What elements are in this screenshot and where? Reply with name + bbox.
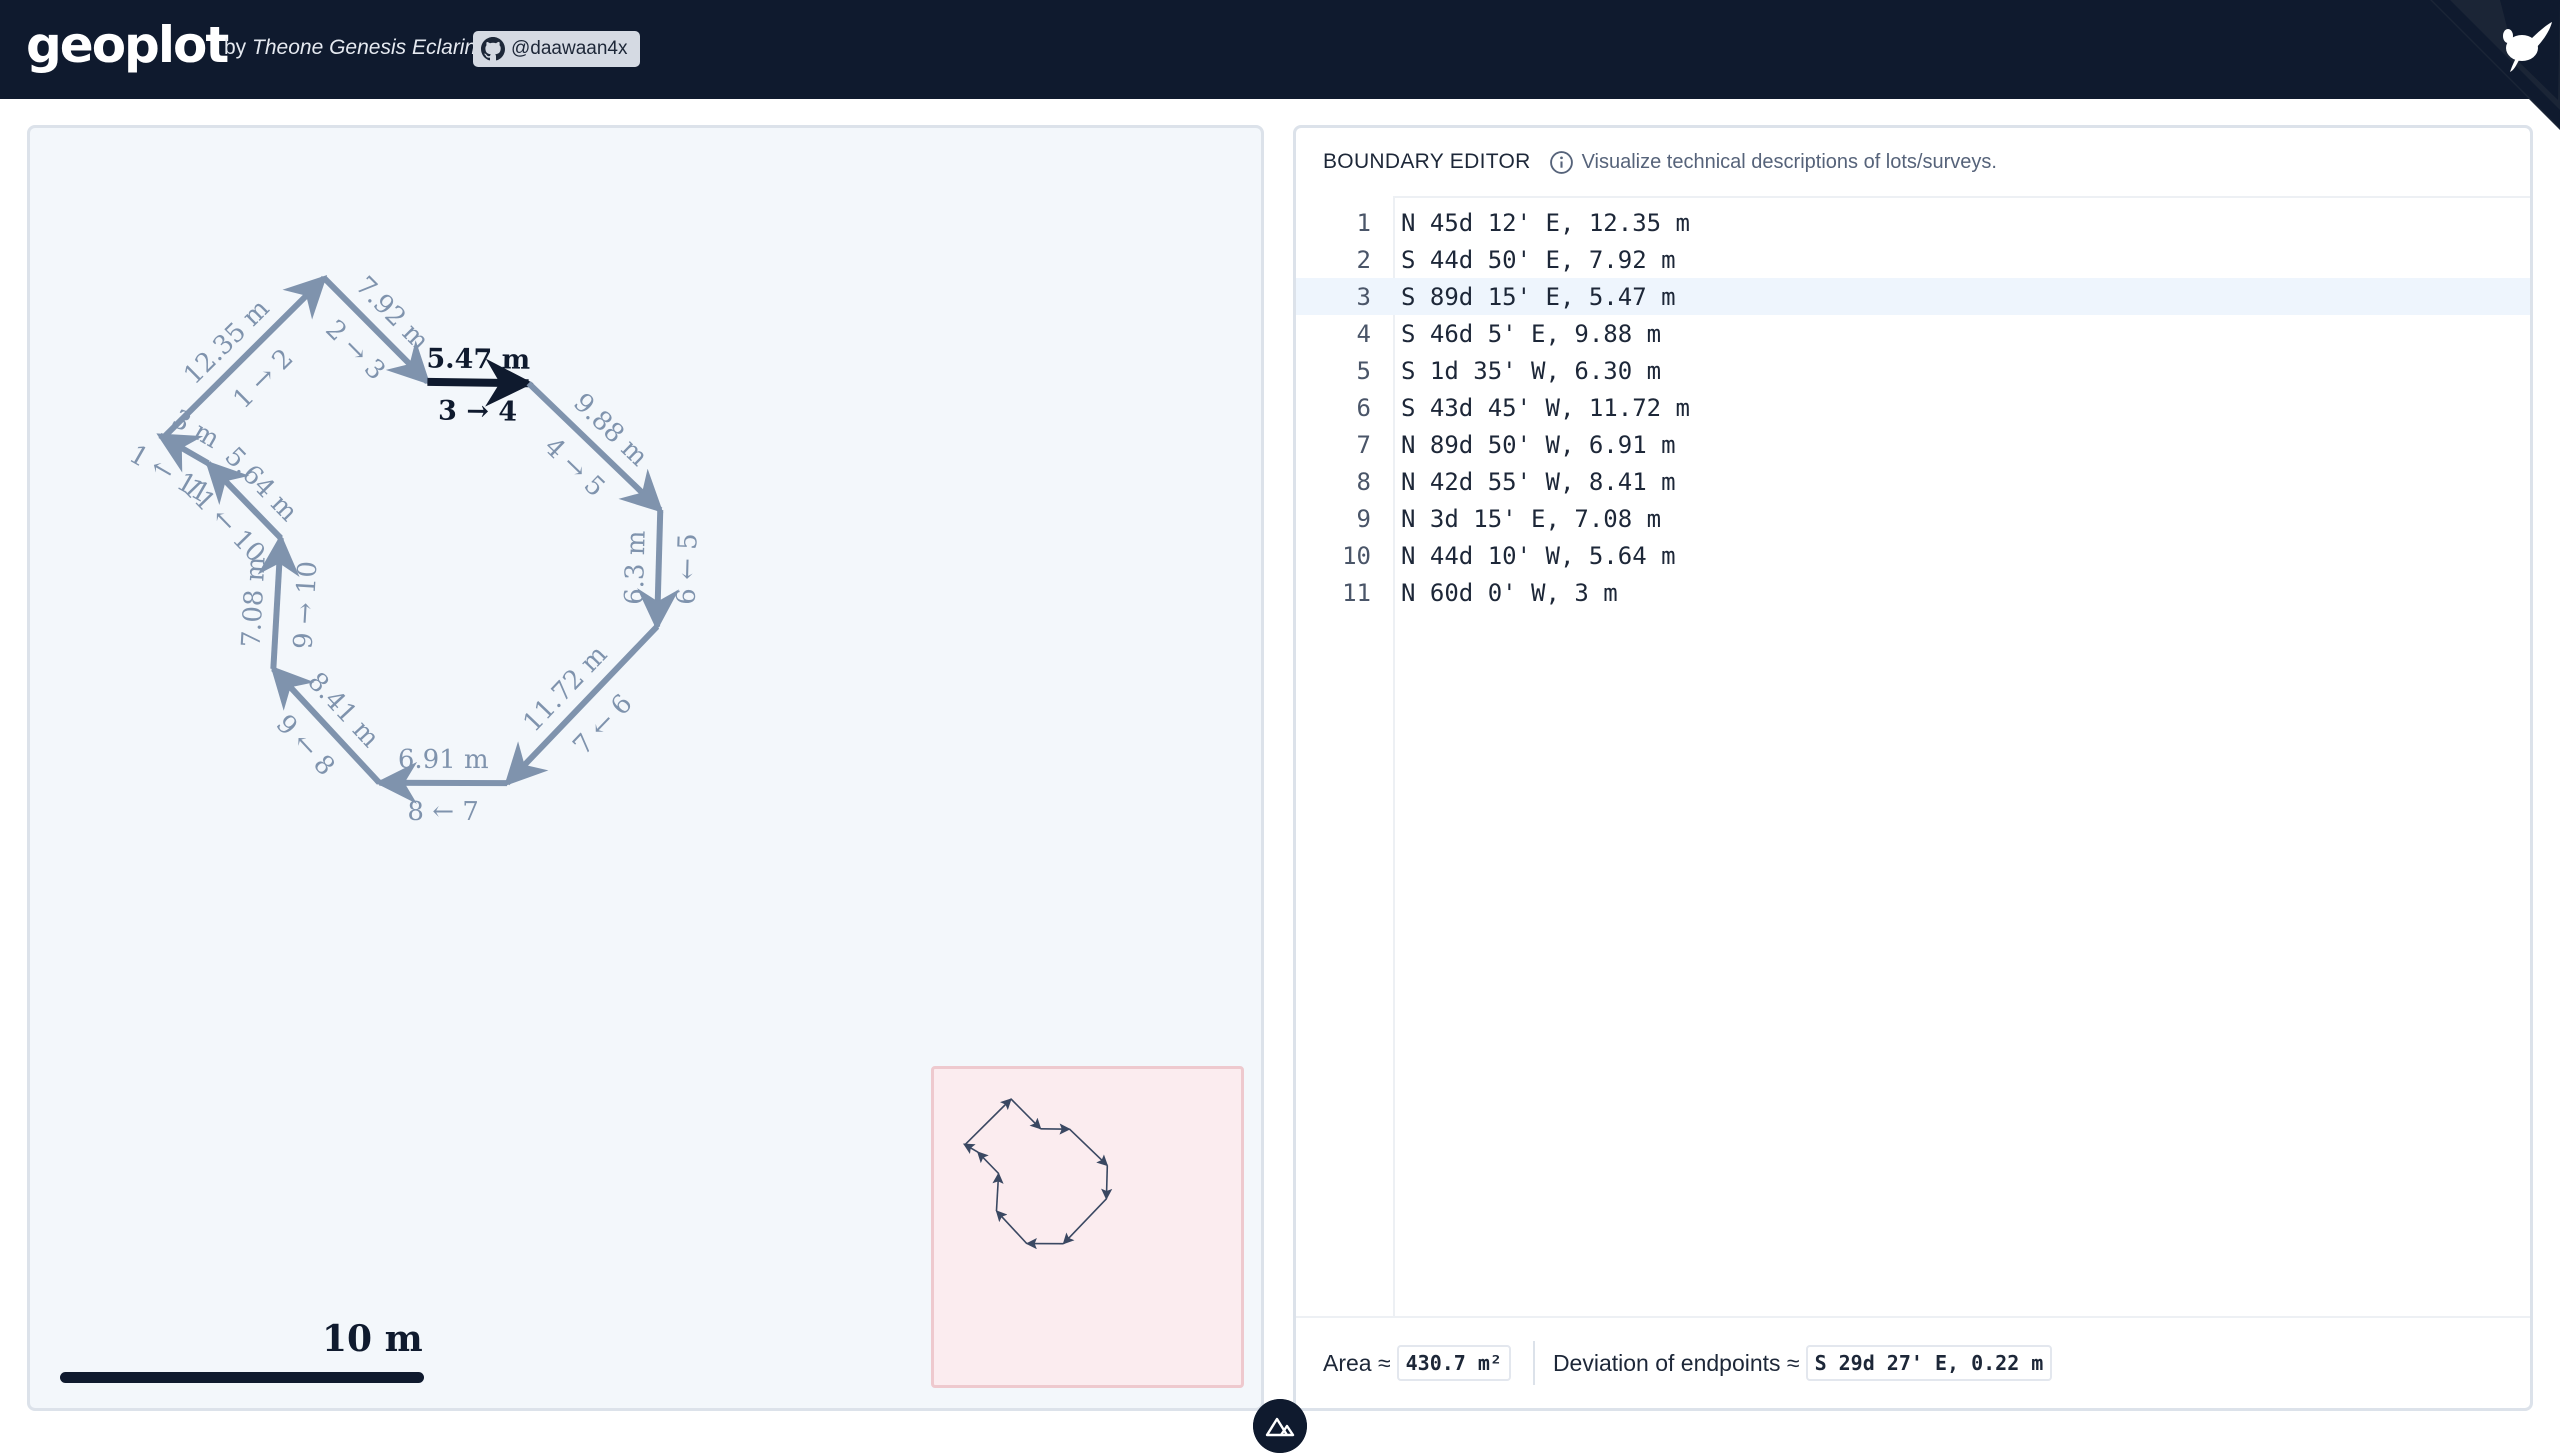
minimap[interactable] (931, 1066, 1244, 1388)
line-number: 2 (1296, 246, 1371, 274)
segment-length-label: 6.91 m (398, 745, 489, 775)
minimap-segment (1070, 1129, 1108, 1165)
corner-mascot-icon[interactable] (2430, 0, 2560, 130)
minimap-segment (978, 1152, 999, 1173)
map-canvas[interactable]: 12.35 m1 → 27.92 m2 → 35.47 m3 → 49.88 m… (27, 125, 1264, 1411)
area-label: Area ≈ (1323, 1350, 1391, 1377)
editor-title: BOUNDARY EDITOR (1323, 150, 1531, 174)
segment-index-label: 9 → 10 (289, 560, 324, 650)
segment-index-label: 7 ← 6 (568, 689, 639, 761)
line-number: 4 (1296, 320, 1371, 348)
editor-line[interactable]: 10 N 44d 10' W, 5.64 m (1296, 537, 2530, 574)
github-badge[interactable]: @daawaan4x (473, 31, 640, 67)
line-number: 5 (1296, 357, 1371, 385)
segment-index-label: 3 → 4 (438, 396, 517, 428)
line-text: S 44d 50' E, 7.92 m (1401, 246, 1676, 274)
boundary-segment[interactable] (657, 510, 660, 627)
minimap-segment (996, 1174, 998, 1211)
github-icon (481, 37, 505, 61)
minimap-segment (1011, 1099, 1041, 1129)
area-value: 430.7 m² (1397, 1345, 1511, 1381)
line-number: 11 (1296, 579, 1371, 607)
line-text: N 3d 15' E, 7.08 m (1401, 505, 1661, 533)
line-number: 6 (1296, 394, 1371, 422)
deviation-value: S 29d 27' E, 0.22 m (1806, 1345, 2053, 1381)
line-number: 7 (1296, 431, 1371, 459)
line-number: 10 (1296, 542, 1371, 570)
line-number: 3 (1296, 283, 1371, 311)
line-text: S 46d 5' E, 9.88 m (1401, 320, 1661, 348)
line-number: 8 (1296, 468, 1371, 496)
editor-line[interactable]: 6 S 43d 45' W, 11.72 m (1296, 389, 2530, 426)
segment-length-label: 6.3 m (620, 530, 652, 605)
segment-index-label: 8 ← 7 (407, 797, 478, 827)
line-text: N 44d 10' W, 5.64 m (1401, 542, 1676, 570)
scale-bar (60, 1372, 424, 1383)
deviation-label: Deviation of endpoints ≈ (1553, 1350, 1800, 1377)
editor-line[interactable]: 3 S 89d 15' E, 5.47 m (1296, 278, 2530, 315)
segment-index-label: 1 → 2 (228, 343, 300, 415)
byline-prefix: by (224, 36, 246, 59)
segment-index-label: 9 ← 8 (270, 709, 341, 782)
editor-hint: Visualize technical descriptions of lots… (1582, 151, 1997, 174)
editor-line[interactable]: 11 N 60d 0' W, 3 m (1296, 574, 2530, 611)
segment-length-label: 5.47 m (426, 343, 530, 375)
nuxt-icon[interactable] (1253, 1399, 1307, 1453)
line-text: S 89d 15' E, 5.47 m (1401, 283, 1676, 311)
minimap-segment (964, 1144, 978, 1152)
app-logo[interactable]: geoplot (26, 16, 227, 74)
code-editor[interactable]: 1 N 45d 12' E, 12.35 m 2 S 44d 50' E, 7.92 … (1296, 204, 2530, 611)
byline: by Theone Genesis Eclarin (224, 36, 476, 60)
segment-index-label: 2 → 3 (319, 315, 391, 387)
editor-footer: Area ≈ 430.7 m² Deviation of endpoints ≈… (1296, 1316, 2530, 1408)
scale-label: 10 m (322, 1318, 423, 1360)
line-text: S 43d 45' W, 11.72 m (1401, 394, 1690, 422)
info-icon (1549, 150, 1574, 175)
minimap-segment (996, 1211, 1026, 1244)
editor-header: BOUNDARY EDITOR Visualize technical desc… (1296, 128, 2530, 198)
minimap-segment (1063, 1199, 1106, 1244)
minimap-segment (1106, 1165, 1107, 1198)
line-text: S 1d 35' W, 6.30 m (1401, 357, 1661, 385)
line-text: N 42d 55' W, 8.41 m (1401, 468, 1676, 496)
github-handle: @daawaan4x (511, 38, 627, 60)
line-text: N 45d 12' E, 12.35 m (1401, 209, 1690, 237)
editor-line[interactable]: 5 S 1d 35' W, 6.30 m (1296, 352, 2530, 389)
minimap-plot (934, 1069, 1241, 1385)
editor-line[interactable]: 4 S 46d 5' E, 9.88 m (1296, 315, 2530, 352)
boundary-segment[interactable] (427, 382, 528, 383)
boundary-editor: BOUNDARY EDITOR Visualize technical desc… (1293, 125, 2533, 1411)
editor-line[interactable]: 9 N 3d 15' E, 7.08 m (1296, 500, 2530, 537)
footer-divider (1533, 1341, 1535, 1385)
boundary-segment[interactable] (273, 538, 280, 669)
editor-line[interactable]: 1 N 45d 12' E, 12.35 m (1296, 204, 2530, 241)
line-number: 1 (1296, 209, 1371, 237)
line-text: N 60d 0' W, 3 m (1401, 579, 1618, 607)
segment-index-label: 4 → 5 (538, 432, 610, 503)
minimap-segment (965, 1099, 1011, 1145)
line-number: 9 (1296, 505, 1371, 533)
top-bar: geoplot by Theone Genesis Eclarin @daawa… (0, 0, 2560, 99)
editor-line[interactable]: 2 S 44d 50' E, 7.92 m (1296, 241, 2530, 278)
line-text: N 89d 50' W, 6.91 m (1401, 431, 1676, 459)
author-name: Theone Genesis Eclarin (252, 36, 476, 59)
segment-length-label: 7.08 m (237, 556, 272, 648)
editor-line[interactable]: 7 N 89d 50' W, 6.91 m (1296, 426, 2530, 463)
segment-index-label: 6 ← 5 (672, 533, 704, 605)
editor-line[interactable]: 8 N 42d 55' W, 8.41 m (1296, 463, 2530, 500)
